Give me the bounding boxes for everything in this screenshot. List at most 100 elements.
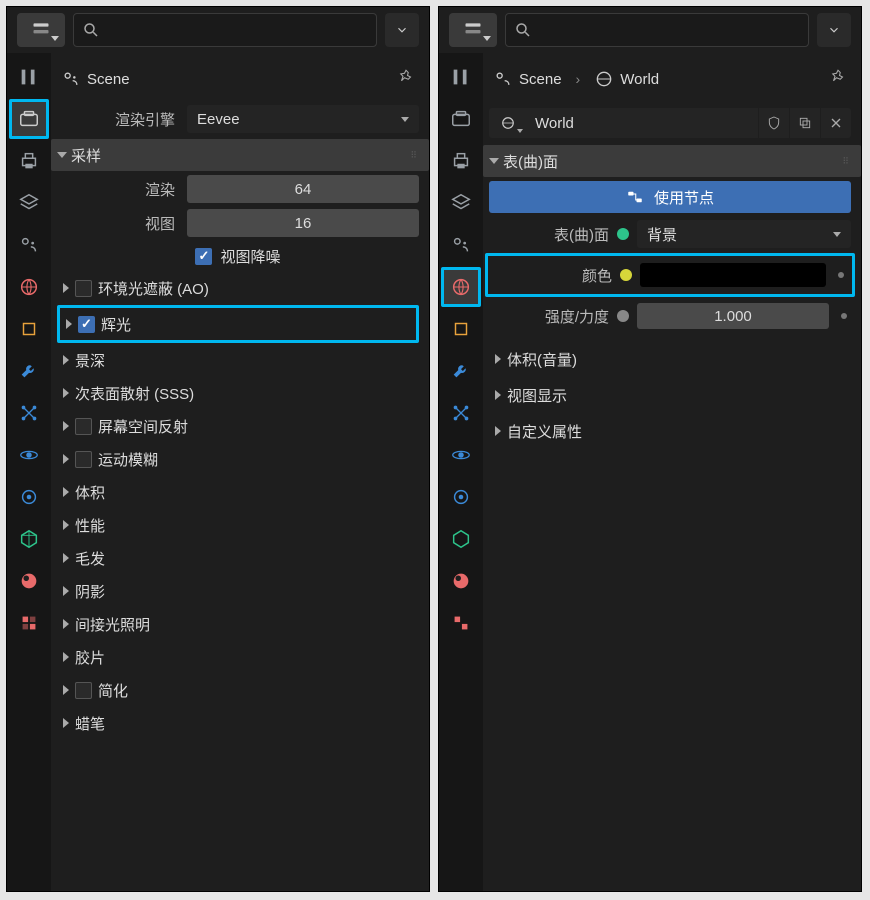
section-9[interactable]: 阴影 xyxy=(57,575,419,607)
search-input[interactable] xyxy=(73,13,377,47)
section-13[interactable]: 蜡笔 xyxy=(57,707,419,739)
sampling-render-value[interactable]: 64 xyxy=(187,175,419,203)
surface-shader-label: 表(曲)面 xyxy=(489,224,609,245)
section-checkbox[interactable] xyxy=(78,316,95,333)
tab-mesh[interactable] xyxy=(9,519,49,559)
tab-physics[interactable] xyxy=(9,435,49,475)
tab-tool[interactable] xyxy=(9,57,49,97)
breadcrumb-scene[interactable]: Scene xyxy=(493,69,562,89)
constraint-icon xyxy=(450,486,472,508)
tab-render[interactable] xyxy=(441,99,481,139)
color-swatch[interactable] xyxy=(640,263,826,287)
tab-object[interactable] xyxy=(9,309,49,349)
tab-world[interactable] xyxy=(441,267,481,307)
section-label: 环境光遮蔽 (AO) xyxy=(98,278,209,299)
strength-value[interactable]: 1.000 xyxy=(637,303,829,329)
section-checkbox[interactable] xyxy=(75,682,92,699)
tab-particle[interactable] xyxy=(9,393,49,433)
section-5[interactable]: 运动模糊 xyxy=(57,443,419,475)
section-7[interactable]: 性能 xyxy=(57,509,419,541)
tab-object[interactable] xyxy=(441,309,481,349)
section-label: 间接光照明 xyxy=(75,614,150,635)
tab-physics[interactable] xyxy=(441,435,481,475)
section-0[interactable]: 体积(音量) xyxy=(489,341,851,377)
tab-constraint[interactable] xyxy=(441,477,481,517)
fake-user-button[interactable] xyxy=(759,108,789,138)
object-icon xyxy=(450,318,472,340)
pin-icon xyxy=(829,68,847,86)
section-checkbox[interactable] xyxy=(75,418,92,435)
tab-scene[interactable] xyxy=(9,225,49,265)
section-checkbox[interactable] xyxy=(75,451,92,468)
sampling-viewport-value[interactable]: 16 xyxy=(187,209,419,237)
tab-material[interactable] xyxy=(9,561,49,601)
pin-button[interactable] xyxy=(829,68,847,90)
texture-icon xyxy=(18,612,40,634)
constraint-icon xyxy=(18,486,40,508)
breadcrumb-world[interactable]: World xyxy=(594,69,659,89)
mesh-icon xyxy=(18,528,40,550)
section-1[interactable]: 辉光 xyxy=(60,308,416,340)
keyframe-dot-icon[interactable] xyxy=(838,272,844,278)
tab-mesh[interactable] xyxy=(441,519,481,559)
options-button[interactable] xyxy=(385,13,419,47)
sampling-viewport-label: 视图 xyxy=(57,213,187,234)
pin-button[interactable] xyxy=(397,68,415,90)
tab-render[interactable] xyxy=(9,99,49,139)
keyframe-dot-icon[interactable] xyxy=(841,313,847,319)
layers-icon xyxy=(450,192,472,214)
section-0[interactable]: 环境光遮蔽 (AO) xyxy=(57,272,419,304)
editor-type-selector[interactable] xyxy=(17,13,65,47)
tab-texture[interactable] xyxy=(9,603,49,643)
section-11[interactable]: 胶片 xyxy=(57,641,419,673)
section-2[interactable]: 自定义属性 xyxy=(489,413,851,449)
section-checkbox[interactable] xyxy=(75,280,92,297)
section-sampling[interactable]: 采样 ⠿ xyxy=(51,139,429,171)
tab-modifier[interactable] xyxy=(9,351,49,391)
section-label: 视图显示 xyxy=(507,385,567,406)
render-engine-dropdown[interactable]: Eevee xyxy=(187,105,419,133)
tab-modifier[interactable] xyxy=(441,351,481,391)
chevron-right-icon: › xyxy=(572,71,585,87)
viewport-denoise-label: 视图降噪 xyxy=(220,246,280,267)
section-6[interactable]: 体积 xyxy=(57,476,419,508)
tab-constraint[interactable] xyxy=(9,477,49,517)
tab-tool[interactable] xyxy=(441,57,481,97)
surface-shader-dropdown[interactable]: 背景 xyxy=(637,220,851,248)
world-browse-button[interactable] xyxy=(489,108,527,138)
tab-viewlayer[interactable] xyxy=(9,183,49,223)
properties-icon xyxy=(463,20,483,40)
world-name-field[interactable]: World xyxy=(527,108,758,138)
section-4[interactable]: 屏幕空间反射 xyxy=(57,410,419,442)
new-world-button[interactable] xyxy=(790,108,820,138)
editor-type-selector[interactable] xyxy=(449,13,497,47)
section-2[interactable]: 景深 xyxy=(57,344,419,376)
use-nodes-button[interactable]: 使用节点 xyxy=(489,181,851,213)
tab-scene[interactable] xyxy=(441,225,481,265)
section-label: 体积(音量) xyxy=(507,349,577,370)
tab-world[interactable] xyxy=(9,267,49,307)
tab-particle[interactable] xyxy=(441,393,481,433)
disclosure-icon xyxy=(63,421,69,431)
tab-viewlayer[interactable] xyxy=(441,183,481,223)
close-icon xyxy=(828,115,844,131)
options-button[interactable] xyxy=(817,13,851,47)
section-8[interactable]: 毛发 xyxy=(57,542,419,574)
section-12[interactable]: 简化 xyxy=(57,674,419,706)
search-input[interactable] xyxy=(505,13,809,47)
section-3[interactable]: 次表面散射 (SSS) xyxy=(57,377,419,409)
properties-panel-render: Scene 渲染引擎 Eevee 采样 ⠿ 渲染 64 视图 16 xyxy=(6,6,430,892)
tab-texture[interactable] xyxy=(441,603,481,643)
tab-material[interactable] xyxy=(441,561,481,601)
section-10[interactable]: 间接光照明 xyxy=(57,608,419,640)
section-surface[interactable]: 表(曲)面 ⠿ xyxy=(483,145,861,177)
unlink-button[interactable] xyxy=(821,108,851,138)
breadcrumb-scene[interactable]: Scene xyxy=(61,69,130,89)
tab-output[interactable] xyxy=(441,141,481,181)
scene-icon xyxy=(18,234,40,256)
viewport-denoise-checkbox[interactable] xyxy=(195,248,212,265)
section-1[interactable]: 视图显示 xyxy=(489,377,851,413)
property-tabs xyxy=(7,53,51,891)
tab-output[interactable] xyxy=(9,141,49,181)
scene-icon xyxy=(450,234,472,256)
